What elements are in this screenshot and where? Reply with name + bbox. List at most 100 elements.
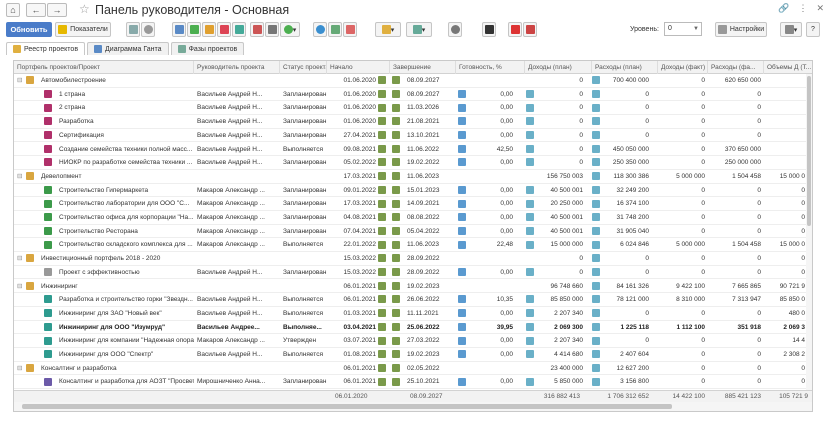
folder-menu-button[interactable]: ▾ (375, 22, 401, 37)
forward-button[interactable]: → (47, 3, 67, 17)
project-name[interactable]: Автомобилестроение (38, 74, 194, 88)
project-name[interactable]: Строительство офиса для корпорации "На..… (56, 211, 194, 225)
export-icon[interactable] (232, 22, 246, 37)
excel-icon[interactable] (523, 22, 537, 37)
table-row[interactable]: Сертификация Васильев Андрей Н... Запланир… (14, 129, 812, 143)
doc-icon[interactable] (328, 22, 342, 37)
refresh-button[interactable]: Обновить (6, 22, 52, 37)
portfolio-row[interactable]: ⊟ Автомобилестроение 01.06.2020 08.09.2027 0… (14, 74, 812, 88)
table-row[interactable]: Создание семейства техники полной масс..… (14, 143, 812, 157)
table-row[interactable]: Строительство Ресторана Макаров Александр… (14, 225, 812, 239)
col-header-status[interactable]: Статус проекта (280, 61, 327, 74)
portfolio-row[interactable]: ⊟ Инвестиционный портфель 2018 - 2020 15.0… (14, 252, 812, 266)
home-icon[interactable]: ⌂ (6, 3, 20, 17)
project-name[interactable]: Проект с эффективностью (56, 266, 194, 280)
link-button[interactable] (126, 22, 140, 37)
table-row[interactable]: Инжиниринг для ООО "Спектр" Васильев Андр… (14, 348, 812, 362)
col-header-expense-fact[interactable]: Расходы (фа... (708, 61, 764, 74)
table-row[interactable]: Строительство складского комплекса для .… (14, 238, 812, 253)
col-header-ready[interactable]: Готовность, % (456, 61, 525, 74)
project-name[interactable]: Консалтинг и разработка (38, 362, 194, 376)
project-name[interactable]: Строительство Ресторана (56, 225, 194, 239)
more-icon[interactable]: ⋮ (798, 3, 807, 14)
back-button[interactable]: ← (26, 3, 46, 17)
project-name[interactable]: Строительство лаборатории для ООО "С... (56, 197, 194, 211)
project-name[interactable]: Инжиниринг для ЗАО "Новый век" (56, 307, 194, 321)
level-select[interactable]: 0 ▼ (664, 22, 702, 36)
sort-menu-button[interactable]: ▾ (406, 22, 432, 37)
chart-icon-4[interactable] (217, 22, 231, 37)
col-header-manager[interactable]: Руководитель проекта (194, 61, 280, 74)
col-header-start[interactable]: Начало (327, 61, 390, 74)
project-name[interactable]: Создание семейства техники полной масс..… (56, 143, 194, 157)
project-name[interactable]: Инжиниринг (38, 280, 194, 294)
collapse-icon[interactable]: ⊟ (14, 252, 26, 266)
project-name[interactable]: НИОКР по разработке семейства техники ..… (56, 156, 194, 170)
table-icon[interactable] (250, 22, 264, 37)
col-header-income-plan[interactable]: Доходы (план) (525, 61, 592, 74)
table-row[interactable]: Консалтинг и разработка для АОЗТ "Просве… (14, 375, 812, 390)
chart-icon[interactable] (172, 22, 186, 37)
table-row[interactable]: Инжиниринг для ЗАО "Новый век" Васильев А… (14, 307, 812, 321)
chart-icon-3[interactable] (202, 22, 216, 37)
project-name[interactable]: Инвестиционный портфель 2018 - 2020 (38, 252, 194, 266)
settings-icon[interactable] (141, 22, 155, 37)
table-row[interactable]: Проект с эффективностью Васильев Андрей Н… (14, 266, 812, 280)
vertical-scrollbar[interactable] (806, 74, 812, 390)
table-row[interactable]: Разработка Васильев Андрей Н... Запланиров… (14, 115, 812, 129)
project-name[interactable]: Инжиниринг для ООО "Изумруд" (56, 321, 194, 335)
project-name[interactable]: Консалтинг и разработка для АОЗТ "Просве… (56, 375, 194, 389)
table-row[interactable]: НИОКР по разработке семейства техники ..… (14, 156, 812, 170)
chart-icon-2[interactable] (187, 22, 201, 37)
help-button[interactable]: ? (806, 22, 820, 37)
table-row[interactable]: Строительство Гипермаркета Макаров Алекса… (14, 184, 812, 198)
project-name[interactable]: Строительство Гипермаркета (56, 184, 194, 198)
project-name[interactable]: Инжиниринг для ООО "Спектр" (56, 348, 194, 362)
table-row[interactable]: Инжиниринг для ООО "Изумруд" Васильев Анд… (14, 321, 812, 335)
project-name[interactable]: 1 страна (56, 88, 194, 102)
grid-icon[interactable] (265, 22, 279, 37)
collapse-icon[interactable]: ⊟ (14, 74, 26, 88)
table-row[interactable]: 1 страна Васильев Андрей Н... Запланирован… (14, 88, 812, 102)
calendar-icon[interactable] (343, 22, 357, 37)
table-row[interactable]: 2 страна Васильев Андрей Н... Запланирован… (14, 101, 812, 116)
cube-icon[interactable] (482, 22, 496, 37)
collapse-icon[interactable]: ⊟ (14, 362, 26, 376)
tab-gantt[interactable]: Диаграмма Ганта (87, 42, 169, 55)
vertical-scroll-thumb[interactable] (807, 76, 811, 226)
project-name[interactable]: Разработка и строительство горки "Звездн… (56, 293, 194, 307)
horizontal-scrollbar[interactable] (14, 402, 812, 411)
col-header-expense-plan[interactable]: Расходы (план) (592, 61, 658, 74)
settings-button[interactable]: Настройки (715, 22, 767, 37)
project-name[interactable]: Девелопмент (38, 170, 194, 184)
tab-phases[interactable]: Фазы проектов (170, 42, 245, 55)
col-header-project[interactable]: Портфель проектов/Проект (14, 61, 194, 74)
globe-icon[interactable] (313, 22, 327, 37)
col-header-volume[interactable]: Объемы Д (Т... (764, 61, 812, 74)
close-icon[interactable]: ✕ (816, 3, 824, 14)
project-name[interactable]: 2 страна (56, 101, 194, 115)
table-row[interactable]: Строительство офиса для корпорации "На..… (14, 211, 812, 225)
table-row[interactable]: Разработка и строительство горки "Звездн… (14, 293, 812, 307)
user-icon[interactable] (448, 22, 462, 37)
collapse-icon[interactable]: ⊟ (14, 170, 26, 184)
indicators-button[interactable]: Показатели (55, 22, 111, 37)
portfolio-row[interactable]: ⊟ Инжиниринг 06.01.2021 19.02.2023 96 748 66… (14, 279, 812, 294)
portfolio-row[interactable]: ⊟ Девелопмент 17.03.2021 11.06.2023 156 750 … (14, 169, 812, 184)
view-menu-button[interactable]: ▾ (780, 22, 802, 37)
project-name[interactable]: Сертификация (56, 129, 194, 143)
table-row[interactable]: Строительство лаборатории для ООО "С... М… (14, 197, 812, 211)
collapse-icon[interactable]: ⊟ (14, 280, 26, 294)
horizontal-scroll-thumb[interactable] (22, 404, 672, 409)
portfolio-row[interactable]: ⊟ Консалтинг и разработка 06.01.2021 02.05.… (14, 361, 812, 376)
star-icon[interactable]: ☆ (79, 2, 90, 16)
project-name[interactable]: Строительство складского комплекса для .… (56, 238, 194, 252)
tab-registry[interactable]: Реестр проектов (6, 42, 86, 55)
project-name[interactable]: Разработка (56, 115, 194, 129)
project-name[interactable]: Инжиниринг для компании "Надежная опора" (56, 334, 194, 348)
col-header-income-fact[interactable]: Доходы (факт) (658, 61, 708, 74)
circle-menu-button[interactable]: ▾ (280, 22, 300, 37)
pdf-icon[interactable] (508, 22, 522, 37)
link-icon[interactable]: 🔗 (778, 3, 789, 14)
table-row[interactable]: Инжиниринг для компании "Надежная опора"… (14, 334, 812, 348)
